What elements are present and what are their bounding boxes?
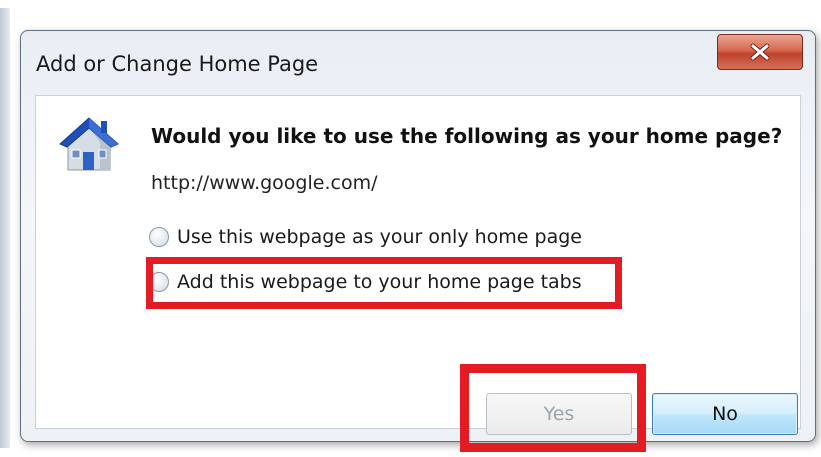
- no-button[interactable]: No: [652, 393, 798, 435]
- option-only-home-page-label: Use this webpage as your only home page: [177, 226, 582, 248]
- red-highlight-box-yes: [460, 364, 646, 452]
- home-house-icon: [59, 117, 119, 171]
- dialog-question: Would you like to use the following as y…: [151, 124, 783, 148]
- dialog-title: Add or Change Home Page: [36, 52, 319, 76]
- option-only-home-page[interactable]: Use this webpage as your only home page: [149, 226, 582, 248]
- screenshot-page: Add or Change Home Page Would you like t…: [0, 0, 821, 457]
- close-x-icon: [750, 43, 770, 61]
- red-highlight-box-option: [146, 257, 622, 309]
- radio-button-icon[interactable]: [149, 227, 169, 247]
- home-page-url: http://www.google.com/: [151, 172, 378, 194]
- dialog-titlebar: Add or Change Home Page: [21, 31, 815, 91]
- home-page-dialog: Add or Change Home Page Would you like t…: [20, 30, 816, 452]
- background-window-edge: [0, 8, 10, 448]
- close-button[interactable]: [717, 34, 803, 70]
- dialog-content: Would you like to use the following as y…: [35, 95, 801, 452]
